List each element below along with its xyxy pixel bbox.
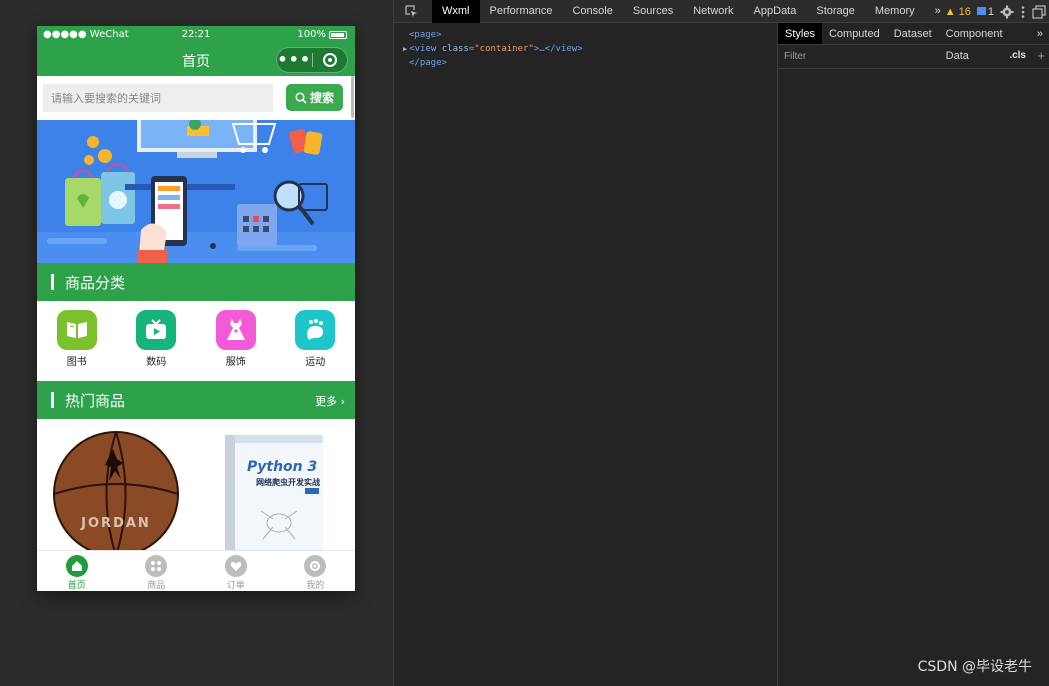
home-icon: [65, 555, 88, 577]
undock-icon[interactable]: [1032, 4, 1046, 19]
section-accent-bar: [51, 274, 54, 290]
tab-bar: 首页 商品 订单 我的: [37, 550, 355, 591]
cls-toggle-button[interactable]: .cls: [1009, 50, 1026, 61]
tab-storage[interactable]: Storage: [806, 0, 865, 23]
dom-attr-value: "container": [474, 44, 534, 54]
more-link[interactable]: 更多 ›: [315, 393, 345, 409]
tab-console[interactable]: Console: [562, 0, 622, 23]
info-counter[interactable]: 1: [976, 5, 994, 18]
menu-capsule: •••: [276, 47, 348, 73]
page-scrollbar[interactable]: [351, 76, 354, 118]
add-style-rule-button[interactable]: +: [1037, 48, 1045, 63]
inspect-element-icon[interactable]: [405, 5, 418, 18]
tab-goods[interactable]: 商品: [117, 551, 197, 591]
search-icon: [295, 91, 307, 104]
hot-goods-list: JORDAN Python 3 网络爬虫开发实战: [37, 419, 355, 550]
search-button[interactable]: 搜索: [286, 84, 343, 111]
close-miniprogram-button[interactable]: [312, 53, 347, 67]
category-label: 数码: [146, 357, 167, 368]
video-icon: [136, 310, 177, 350]
tab-label: 商品: [147, 581, 166, 591]
tab-memory[interactable]: Memory: [865, 0, 925, 23]
styles-panel: Styles Computed Dataset Component Data »…: [777, 23, 1049, 686]
category-grid: 图书 数码 服饰 运动: [37, 301, 355, 381]
warnings-counter[interactable]: ▲ 16: [945, 6, 971, 18]
devtools-tabs: Wxml Performance Console Sources Network…: [432, 0, 951, 23]
search-button-label: 搜索: [309, 91, 334, 105]
tab-orders[interactable]: 订单: [196, 551, 276, 591]
dom-attr-name: class: [441, 44, 469, 54]
category-item-digital[interactable]: 数码: [117, 301, 197, 381]
tab-styles[interactable]: Styles: [778, 23, 822, 44]
tab-label: 订单: [226, 581, 245, 591]
tab-label: 我的: [306, 581, 325, 591]
tab-performance[interactable]: Performance: [480, 0, 563, 23]
simulator-area: ●●●●● WeChat 22:21 100% 首页 ••• 请输入要搜索的关键…: [0, 0, 393, 686]
tab-dataset[interactable]: Dataset: [887, 23, 939, 44]
user-icon: [304, 555, 327, 577]
search-bar: 搜索: [37, 76, 355, 120]
category-section-title: 商品分类: [65, 274, 126, 292]
tab-network[interactable]: Network: [683, 0, 743, 23]
styles-filter-row: Filter .cls +: [778, 45, 1049, 69]
gear-icon[interactable]: [1000, 5, 1014, 19]
watermark-text: CSDN @毕设老牛: [917, 659, 1032, 675]
devtools-panel: Wxml Performance Console Sources Network…: [393, 0, 1049, 686]
book-icon: [56, 310, 97, 350]
styles-filter-input[interactable]: Filter: [784, 51, 806, 62]
wxml-tree: <page> ▶ <view class="container">…</view>…: [394, 23, 777, 686]
battery-percent: 100%: [297, 29, 326, 40]
goods-item-basketball[interactable]: JORDAN: [53, 431, 179, 550]
phone-screen: ●●●●● WeChat 22:21 100% 首页 ••• 请输入要搜索的关键…: [37, 26, 355, 591]
basketball-brand-text: JORDAN: [80, 516, 151, 531]
styles-tab-bar: Styles Computed Dataset Component Data »: [778, 23, 1049, 62]
expand-caret-icon[interactable]: ▶: [403, 45, 407, 53]
tab-mine[interactable]: 我的: [276, 551, 356, 591]
book-subtitle-text: 网络爬虫开发实战: [256, 477, 320, 487]
hot-section-header: 热门商品 更多 ›: [37, 381, 355, 419]
close-ring-icon: [322, 53, 337, 67]
goods-item-python-book[interactable]: Python 3 网络爬虫开发实战: [225, 435, 323, 550]
info-count: 1: [987, 5, 994, 18]
category-item-books[interactable]: 图书: [37, 301, 117, 381]
category-label: 服饰: [225, 357, 246, 368]
battery-icon: [329, 30, 347, 39]
sport-icon: [295, 310, 336, 350]
tab-appdata[interactable]: AppData: [744, 0, 807, 23]
category-item-sports[interactable]: 运动: [276, 301, 356, 381]
dom-tag-close: >…</view>: [533, 44, 583, 54]
tab-component-data[interactable]: Component Data: [939, 23, 1030, 62]
category-label: 运动: [305, 357, 326, 368]
more-style-tabs-button[interactable]: »: [1030, 23, 1049, 44]
dom-node-page-open[interactable]: <page>: [409, 28, 777, 42]
dom-node-page-close[interactable]: </page>: [409, 56, 777, 70]
heart-icon: [224, 555, 247, 577]
more-menu-button[interactable]: •••: [277, 48, 312, 72]
devtools-toolbar-right: ▲ 16 1: [945, 0, 1049, 23]
status-bar: ●●●●● WeChat 22:21 100%: [37, 26, 355, 44]
tab-sources[interactable]: Sources: [623, 0, 683, 23]
category-item-clothing[interactable]: 服饰: [196, 301, 276, 381]
banner-carousel[interactable]: [37, 120, 355, 263]
info-icon: [976, 6, 986, 15]
category-section-header: 商品分类: [37, 263, 355, 301]
tab-computed[interactable]: Computed: [822, 23, 887, 44]
hot-section-title: 热门商品: [65, 392, 126, 410]
book-title-text: Python 3: [247, 459, 317, 475]
kebab-menu-icon[interactable]: [1020, 5, 1026, 19]
battery-status: 100%: [297, 29, 347, 40]
grid-icon: [145, 555, 168, 577]
tab-home[interactable]: 首页: [37, 551, 117, 591]
tab-wxml[interactable]: Wxml: [432, 0, 480, 23]
search-input[interactable]: [43, 84, 273, 112]
dom-node-view[interactable]: ▶ <view class="container">…</view>: [403, 42, 777, 56]
devtools-tab-bar: Wxml Performance Console Sources Network…: [394, 0, 1049, 23]
banner-image: [37, 120, 355, 263]
category-label: 图书: [66, 357, 87, 368]
navigation-bar: 首页 •••: [37, 44, 355, 76]
tab-label: 首页: [67, 581, 86, 591]
section-accent-bar: [51, 392, 54, 408]
dom-tag: <view: [409, 44, 437, 54]
dress-icon: [215, 310, 256, 350]
